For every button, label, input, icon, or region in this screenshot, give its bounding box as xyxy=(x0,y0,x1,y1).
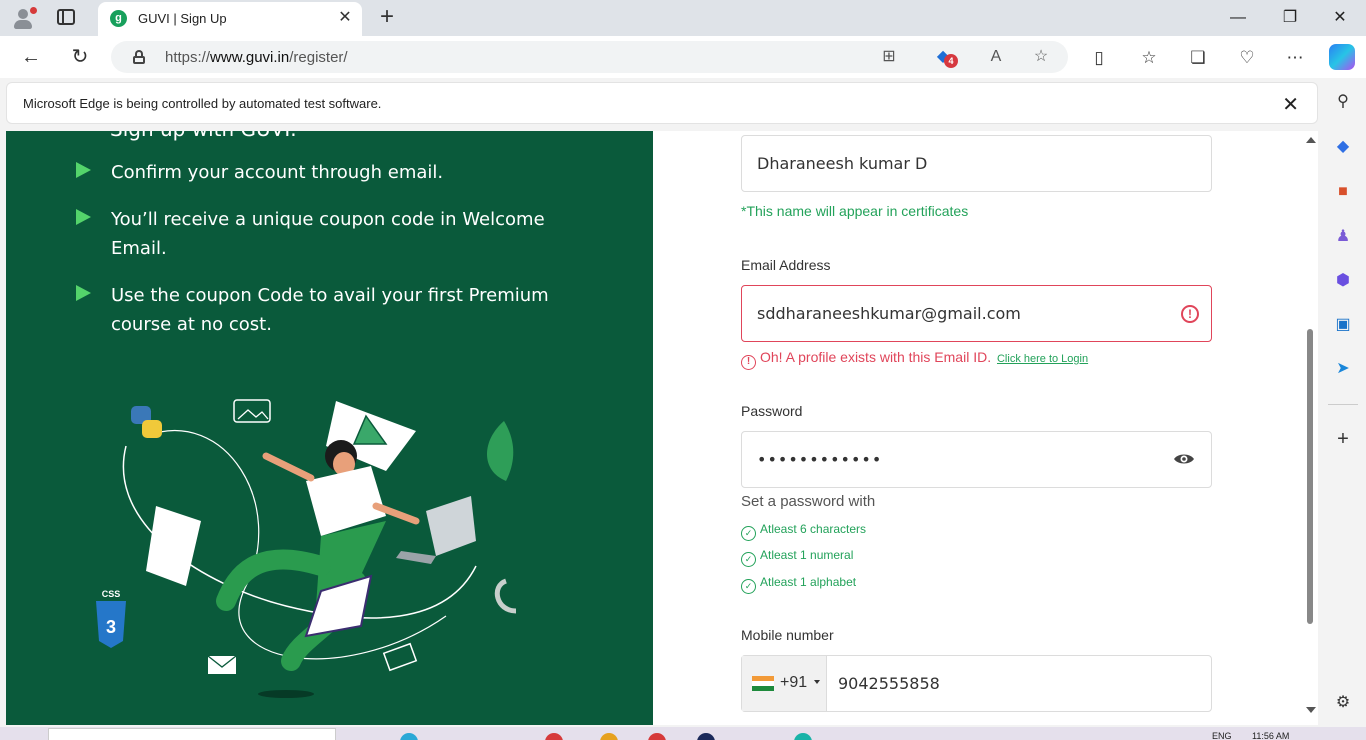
play-bullet-icon xyxy=(76,162,91,178)
coding-person-illustration: 3 CSS xyxy=(96,399,517,698)
taskbar-app-icon[interactable] xyxy=(545,733,563,740)
copilot-icon[interactable] xyxy=(1329,44,1355,70)
mobile-input[interactable]: 9042555858 xyxy=(838,674,940,693)
email-field[interactable]: sddharaneeshkumar@gmail.com ! xyxy=(741,285,1212,342)
taskbar-app-icon[interactable] xyxy=(648,733,666,740)
refresh-icon[interactable]: ↻ xyxy=(66,43,94,71)
url-text[interactable]: https://www.guvi.in/register/ xyxy=(165,49,348,66)
tab-strip: g GUVI | Sign Up ✕ + — ❐ ✕ xyxy=(0,0,1366,36)
close-window-button[interactable]: ✕ xyxy=(1320,4,1360,32)
language-indicator[interactable]: ENG xyxy=(1212,731,1232,740)
name-certificate-note: *This name will appear in certificates xyxy=(741,203,969,219)
check-circle-icon: ✓ xyxy=(741,579,756,594)
check-circle-icon: ✓ xyxy=(741,526,756,541)
email-error-icon: ! xyxy=(1181,305,1199,323)
close-tab-icon[interactable]: ✕ xyxy=(336,9,354,27)
password-rule: ✓ Atleast 1 numeral xyxy=(741,548,853,567)
password-rule: ✓ Atleast 6 characters xyxy=(741,522,866,541)
tab-title: GUVI | Sign Up xyxy=(138,11,227,26)
edge-sidebar: ⚲ ◆ ■ ♟ ⬢ ▣ ➤ + ⚙ xyxy=(1320,78,1366,730)
full-name-field[interactable]: Dharaneesh kumar D xyxy=(741,135,1212,192)
email-label: Email Address xyxy=(741,257,831,273)
add-sidebar-app-icon[interactable]: + xyxy=(1332,428,1354,450)
scroll-down-arrow-icon[interactable] xyxy=(1306,707,1316,713)
chevron-down-icon xyxy=(814,680,820,684)
tools-icon[interactable]: ■ xyxy=(1332,181,1354,203)
collections-icon[interactable]: ❏ xyxy=(1185,45,1211,71)
search-icon[interactable]: ⚲ xyxy=(1332,91,1354,113)
partial-heading: Sign up with GUVI. xyxy=(110,131,297,141)
microsoft365-icon[interactable]: ⬢ xyxy=(1332,270,1354,292)
svg-text:CSS: CSS xyxy=(102,589,121,599)
taskbar-search[interactable] xyxy=(48,728,336,740)
tab-actions-icon[interactable] xyxy=(57,9,75,25)
tab-guvi-signup[interactable]: g GUVI | Sign Up ✕ xyxy=(98,2,362,36)
automation-infobar: Microsoft Edge is being controlled by au… xyxy=(6,82,1318,124)
password-hint: Set a password with xyxy=(741,493,876,510)
taskbar-app-icon[interactable] xyxy=(697,733,715,740)
sidebar-settings-gear-icon[interactable]: ⚙ xyxy=(1332,692,1354,714)
app-available-icon[interactable]: ⊞ xyxy=(877,45,901,69)
signup-page: Sign up with GUVI. Confirm your account … xyxy=(6,131,1318,725)
extension-badge: 4 xyxy=(944,54,958,68)
signup-info-panel: Sign up with GUVI. Confirm your account … xyxy=(6,131,653,725)
windows-taskbar: ENG 11:56 AM xyxy=(0,727,1366,740)
more-menu-icon[interactable]: ⋯ xyxy=(1282,45,1308,71)
show-password-eye-icon[interactable] xyxy=(1173,452,1195,466)
sidebar-divider xyxy=(1328,404,1358,405)
taskbar-app-icon[interactable] xyxy=(794,733,812,740)
scroll-up-arrow-icon[interactable] xyxy=(1306,137,1316,143)
favorite-star-icon[interactable]: ☆ xyxy=(1029,45,1053,69)
restore-button[interactable]: ❐ xyxy=(1270,4,1310,32)
signup-form: Dharaneesh kumar D *This name will appea… xyxy=(653,131,1318,725)
login-link[interactable]: Click here to Login xyxy=(997,353,1088,365)
address-bar[interactable]: https://www.guvi.in/register/ ⊞ ◆ A ☆ xyxy=(111,41,1068,73)
outlook-icon[interactable]: ▣ xyxy=(1332,314,1354,336)
play-bullet-icon xyxy=(76,209,91,225)
password-rule: ✓ Atleast 1 alphabet xyxy=(741,575,856,594)
lock-icon[interactable] xyxy=(133,50,145,64)
email-error-message: ! Oh! A profile exists with this Email ID… xyxy=(741,349,1088,370)
close-infobar-icon[interactable]: ✕ xyxy=(1282,92,1299,117)
send-icon[interactable]: ➤ xyxy=(1332,358,1354,380)
scrollbar-thumb[interactable] xyxy=(1307,329,1313,624)
guvi-favicon-icon: g xyxy=(110,10,127,27)
play-bullet-icon xyxy=(76,285,91,301)
back-arrow-icon[interactable]: ← xyxy=(17,43,45,71)
page-scrollbar[interactable] xyxy=(1304,131,1318,725)
browser-toolbar: ← ↻ https://www.guvi.in/register/ ⊞ ◆ A … xyxy=(0,36,1366,78)
favorites-icon[interactable]: ☆ xyxy=(1136,45,1162,71)
minimize-button[interactable]: — xyxy=(1218,4,1258,32)
country-code-select[interactable]: +91 xyxy=(742,656,827,711)
error-alert-icon: ! xyxy=(741,355,756,370)
password-label: Password xyxy=(741,403,803,419)
clock[interactable]: 11:56 AM xyxy=(1252,731,1289,740)
split-screen-icon[interactable]: ▯ xyxy=(1086,45,1112,71)
infobar-message: Microsoft Edge is being controlled by au… xyxy=(23,96,382,111)
shopping-tag-icon[interactable]: ◆ xyxy=(1332,136,1354,158)
games-icon[interactable]: ♟ xyxy=(1332,226,1354,248)
mobile-label: Mobile number xyxy=(741,627,834,643)
password-field[interactable]: •••••••••••• xyxy=(741,431,1212,488)
taskbar-app-icon[interactable] xyxy=(400,733,418,740)
read-aloud-icon[interactable]: A xyxy=(984,45,1008,69)
mobile-field: +91 9042555858 xyxy=(741,655,1212,712)
taskbar-app-icon[interactable] xyxy=(600,733,618,740)
india-flag-icon xyxy=(752,676,774,691)
browser-essentials-icon[interactable]: ♡ xyxy=(1234,45,1260,71)
svg-text:3: 3 xyxy=(106,617,116,637)
new-tab-button[interactable]: + xyxy=(374,5,400,31)
profile-avatar-icon[interactable] xyxy=(10,5,37,31)
check-circle-icon: ✓ xyxy=(741,552,756,567)
